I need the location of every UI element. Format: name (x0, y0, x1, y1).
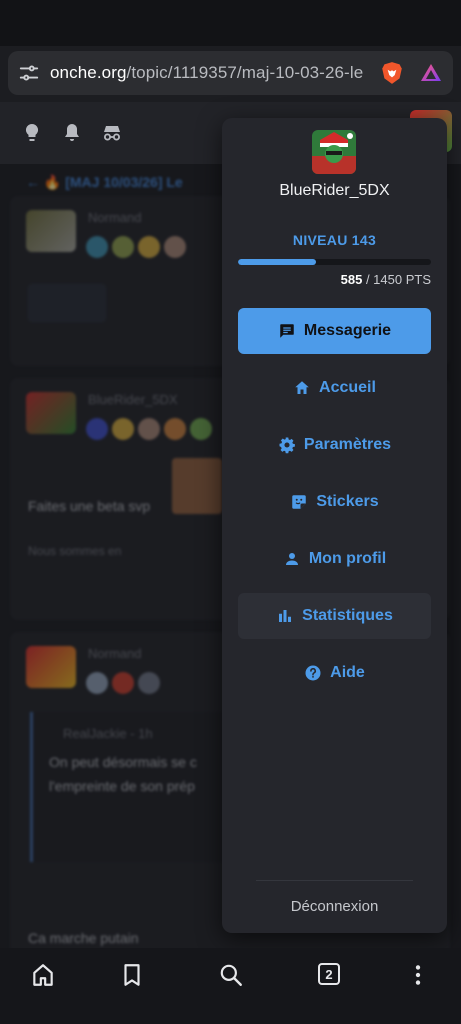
search-icon[interactable] (218, 962, 244, 988)
badges (86, 418, 212, 440)
bookmark-icon[interactable] (119, 962, 145, 988)
chat-icon (280, 324, 294, 338)
menu-item-statistiques[interactable]: Statistiques (238, 593, 431, 639)
badge (164, 236, 186, 258)
badge (112, 672, 134, 694)
post-text: Faites une beta svp (28, 498, 151, 514)
badge (86, 672, 108, 694)
logout-button[interactable]: Déconnexion (222, 898, 447, 915)
browser-toolbar: onche.org/topic/1119357/maj-10-03-26-le (0, 46, 461, 102)
tabs-button[interactable]: 2 (318, 963, 340, 985)
url-path: /topic/1119357/maj-10-03-26-le (126, 63, 364, 82)
post-username[interactable]: Normand (88, 210, 141, 225)
badge (112, 418, 134, 440)
points-text: 585 / 1450 PTS (341, 272, 431, 287)
points-total: / 1450 PTS (362, 272, 431, 287)
gear-icon (279, 437, 295, 454)
incognito-icon[interactable] (100, 121, 124, 145)
menu-avatar[interactable] (312, 130, 356, 174)
home-icon (295, 381, 309, 394)
help-icon (305, 665, 321, 681)
badge (138, 672, 160, 694)
badge (86, 236, 108, 258)
badges (86, 672, 160, 694)
quote-text: On peut désormais se c (49, 754, 197, 770)
post-username[interactable]: BlueRider_5DX (88, 392, 178, 407)
more-menu-icon[interactable] (405, 962, 431, 988)
level-progress-fill (238, 259, 316, 265)
menu-username[interactable]: BlueRider_5DX (222, 182, 447, 200)
url-domain: onche.org (50, 63, 127, 82)
avatar-image (312, 130, 356, 174)
menu-item-parametres[interactable]: Paramètres (238, 422, 431, 468)
address-bar[interactable]: onche.org/topic/1119357/maj-10-03-26-le (8, 51, 453, 95)
topic-title[interactable]: ← 🔥 [MAJ 10/03/26] Le (26, 174, 183, 191)
post-username[interactable]: Normand (88, 646, 141, 661)
sticker-image (172, 458, 222, 514)
menu-item-label: Paramètres (303, 436, 392, 453)
post-text: Ca marche putain (28, 930, 139, 946)
status-bar (0, 0, 461, 46)
menu-item-accueil[interactable]: Accueil (238, 365, 431, 411)
menu-divider (256, 880, 413, 881)
level-label: NIVEAU 143 (292, 232, 377, 248)
browser-bottom-nav: 2 (0, 948, 461, 1024)
points-current: 585 (340, 272, 363, 287)
post-signature: Nous sommes en (28, 544, 122, 558)
menu-item-label: Stickers (316, 493, 379, 510)
post-image (28, 284, 106, 322)
avatar[interactable] (26, 646, 76, 688)
avatar[interactable] (26, 210, 76, 252)
person-icon (285, 553, 298, 565)
badge (138, 236, 160, 258)
badge (86, 418, 108, 440)
badges (86, 236, 186, 258)
menu-item-messagerie[interactable]: Messagerie (238, 308, 431, 354)
site-settings-icon[interactable] (18, 62, 40, 84)
quote-text: l'empreinte de son prép (49, 778, 195, 794)
level-progress-bar (238, 259, 431, 265)
url-text[interactable]: onche.org/topic/1119357/maj-10-03-26-le (50, 63, 371, 83)
badge (112, 236, 134, 258)
menu-item-label: Messagerie (303, 322, 392, 339)
menu-item-label: Aide (330, 664, 365, 681)
bar-chart-icon (279, 610, 292, 622)
bell-icon[interactable] (60, 121, 84, 145)
brave-rewards-icon[interactable] (419, 61, 443, 85)
brave-shields-icon[interactable] (379, 60, 405, 86)
menu-item-mon-profil[interactable]: Mon profil (238, 536, 431, 582)
badge (190, 418, 212, 440)
quote-username[interactable]: RealJackie - 1h (63, 726, 153, 741)
topic-title-text: [MAJ 10/03/26] Le (65, 174, 183, 190)
sticker-icon (292, 495, 307, 509)
lightbulb-icon[interactable] (20, 121, 44, 145)
avatar[interactable] (26, 392, 76, 434)
menu-item-label: Accueil (319, 379, 376, 396)
badge (164, 418, 186, 440)
home-icon[interactable] (30, 962, 56, 988)
badge (138, 418, 160, 440)
menu-item-stickers[interactable]: Stickers (238, 479, 431, 525)
menu-item-label: Mon profil (308, 550, 387, 567)
menu-item-aide[interactable]: Aide (238, 650, 431, 696)
menu-item-label: Statistiques (302, 607, 393, 624)
user-menu: BlueRider_5DX NIVEAU 143 585 / 1450 PTS … (222, 118, 447, 933)
